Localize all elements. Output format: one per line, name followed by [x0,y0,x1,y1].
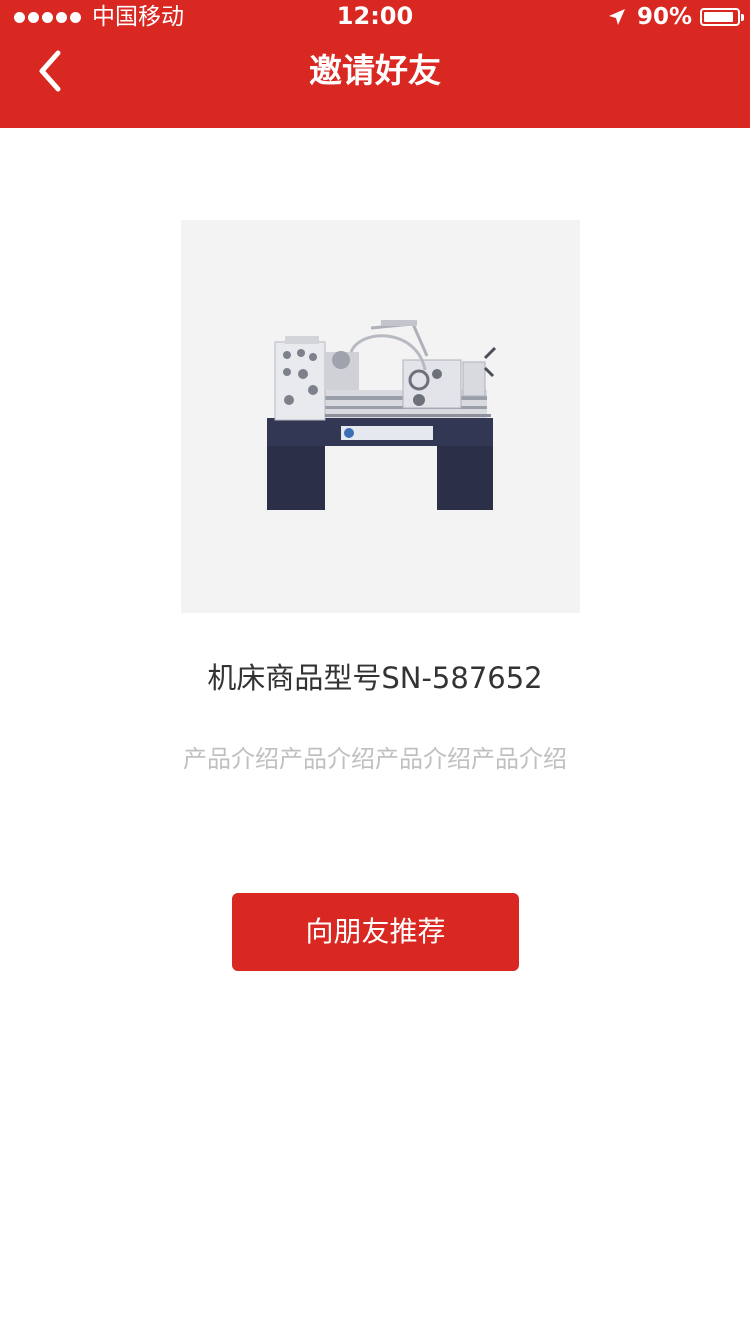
lathe-machine-illustration [267,320,497,510]
battery-nub [741,14,744,21]
battery-icon [700,8,744,26]
product-description: 产品介绍产品介绍产品介绍产品介绍 [183,745,567,773]
location-arrow-icon [608,9,625,25]
app-header: 中国移动 12:00 90% 邀请好友 [0,0,750,128]
battery-percentage: 90% [636,4,692,30]
page-title: 邀请好友 [309,51,441,90]
status-right: 90% [607,3,744,31]
product-image [181,220,580,613]
status-bar: 中国移动 12:00 90% [0,0,750,34]
recommend-to-friend-button[interactable]: 向朋友推荐 [232,893,519,971]
product-name: 机床商品型号SN-587652 [207,661,543,695]
battery-fill [704,12,733,22]
